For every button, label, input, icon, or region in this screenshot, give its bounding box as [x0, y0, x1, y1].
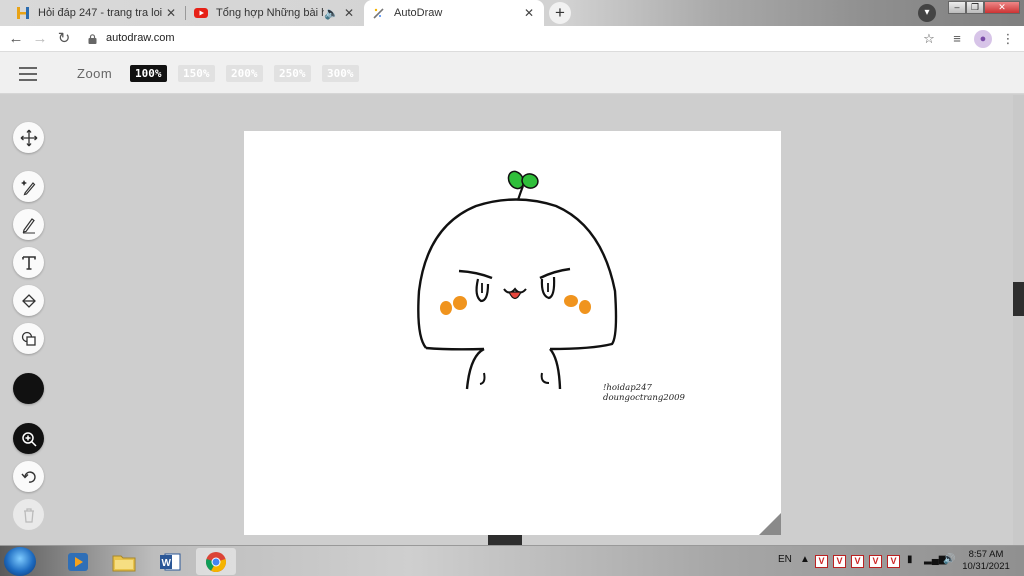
- system-clock[interactable]: 8:57 AM 10/31/2021: [962, 549, 1010, 573]
- tab-audio-icon[interactable]: 🔈: [324, 6, 339, 20]
- browser-toolbar: ← → ↻ autodraw.com ☆ ≡ ● ⋮: [0, 26, 1024, 52]
- zoom-250-button[interactable]: 250%: [274, 65, 311, 82]
- paint-bucket-icon: [21, 293, 36, 308]
- undo-button[interactable]: [13, 461, 44, 492]
- clock-time: 8:57 AM: [968, 549, 1004, 560]
- browser-tab-strip: Hỏi đáp 247 - trang tra loi ✕ Tổng hợp N…: [0, 0, 1024, 26]
- youtube-icon: [194, 6, 208, 20]
- tray-app-icon[interactable]: V: [869, 555, 882, 568]
- taskbar-word[interactable]: W: [150, 548, 190, 575]
- taskbar-media-player[interactable]: [58, 548, 98, 575]
- tab-title: AutoDraw: [394, 7, 443, 19]
- hamburger-menu-icon[interactable]: [19, 67, 37, 81]
- close-tab-icon[interactable]: ✕: [164, 6, 178, 20]
- close-window-button[interactable]: ✕: [984, 1, 1020, 14]
- zoom-200-button[interactable]: 200%: [226, 65, 263, 82]
- tongue: [508, 291, 522, 300]
- select-move-tool[interactable]: [13, 122, 44, 153]
- vertical-scrollbar-thumb[interactable]: [1013, 282, 1024, 316]
- zoom-150-button[interactable]: 150%: [178, 65, 215, 82]
- delete-button[interactable]: [13, 499, 44, 530]
- show-hidden-icons-icon[interactable]: ▲: [800, 554, 810, 565]
- drawing-illustration: [417, 170, 618, 390]
- back-arrow-icon[interactable]: ←: [6, 29, 26, 49]
- color-swatch[interactable]: [13, 373, 44, 404]
- head-outline: [417, 198, 618, 351]
- volume-icon[interactable]: 🔊: [943, 554, 955, 565]
- language-indicator[interactable]: EN: [778, 554, 792, 565]
- tray-app-icon[interactable]: V: [833, 555, 846, 568]
- credit-line-2: doungoctrang2009: [603, 393, 685, 403]
- zoom-label: Zoom: [77, 66, 113, 81]
- autodraw-header: Zoom 100% 150% 200% 250% 300%: [0, 52, 1024, 94]
- tray-app-icon[interactable]: V: [887, 555, 900, 568]
- zoom-in-icon: [21, 431, 37, 447]
- tab-youtube[interactable]: Tổng hợp Những bài hát tru 🔈 ✕: [186, 0, 364, 26]
- drawing-canvas[interactable]: !hoidap247 doungoctrang2009: [244, 131, 781, 535]
- autodraw-icon: [372, 6, 386, 20]
- chrome-icon: [206, 551, 226, 572]
- credit-line-1: !hoidap247: [603, 383, 652, 393]
- right-eyebrow: [539, 267, 571, 280]
- body-right: [549, 348, 562, 390]
- shapes-icon: [21, 331, 36, 346]
- zoom-100-button[interactable]: 100%: [130, 65, 167, 82]
- svg-text:W: W: [162, 558, 172, 569]
- minimize-button[interactable]: –: [948, 1, 966, 14]
- close-tab-icon[interactable]: ✕: [522, 6, 536, 20]
- shape-tool[interactable]: [13, 323, 44, 354]
- right-hand: [540, 372, 550, 384]
- tab-title: Tổng hợp Những bài hát tru: [216, 7, 324, 19]
- reload-icon[interactable]: ↻: [54, 29, 74, 49]
- credit-text: !hoidap247 doungoctrang2009: [603, 383, 685, 403]
- tab-autodraw[interactable]: AutoDraw ✕: [364, 0, 544, 26]
- bookmark-star-icon[interactable]: ☆: [920, 30, 938, 48]
- undo-icon: [20, 470, 36, 483]
- workspace: !hoidap247 doungoctrang2009: [0, 95, 1024, 545]
- start-button[interactable]: [4, 547, 36, 576]
- tab-hoidap247[interactable]: Hỏi đáp 247 - trang tra loi ✕: [8, 0, 186, 26]
- taskbar-file-explorer[interactable]: [104, 548, 144, 575]
- pencil-icon: [22, 217, 35, 233]
- windows-taskbar: W EN ▲ V V V V V ▮ ▂▄▆ 🔊 8:57 AM 10/31/2…: [0, 545, 1024, 576]
- clock-date: 10/31/2021: [962, 561, 1010, 572]
- hoidap-icon: [16, 6, 30, 20]
- type-tool[interactable]: [13, 247, 44, 278]
- media-control-icon[interactable]: ≡: [948, 30, 966, 48]
- trash-icon: [23, 507, 34, 523]
- magic-pencil-icon: [20, 179, 35, 195]
- resize-corner-icon[interactable]: [759, 513, 781, 535]
- fill-tool[interactable]: [13, 285, 44, 316]
- battery-icon[interactable]: ▮: [907, 554, 913, 565]
- draw-tool[interactable]: [13, 209, 44, 240]
- zoom-300-button[interactable]: 300%: [322, 65, 359, 82]
- move-arrows-icon: [20, 129, 37, 146]
- forward-arrow-icon[interactable]: →: [30, 29, 50, 49]
- sprout-leaves: [507, 170, 539, 201]
- new-tab-button[interactable]: +: [549, 2, 571, 24]
- taskbar-chrome[interactable]: [196, 548, 236, 575]
- autodraw-tool[interactable]: [13, 171, 44, 202]
- horizontal-scrollbar-thumb[interactable]: [488, 535, 522, 545]
- close-tab-icon[interactable]: ✕: [342, 6, 356, 20]
- maximize-button[interactable]: ❐: [966, 1, 984, 14]
- tab-search-icon[interactable]: ▾: [918, 4, 936, 22]
- word-icon: W: [160, 553, 181, 570]
- left-eyebrow: [458, 269, 493, 280]
- media-player-icon: [68, 552, 88, 571]
- vertical-scrollbar-track[interactable]: [1013, 95, 1024, 545]
- zoom-tool[interactable]: [13, 423, 44, 454]
- left-hand: [479, 372, 486, 385]
- address-bar[interactable]: autodraw.com: [106, 32, 174, 44]
- profile-avatar[interactable]: ●: [974, 30, 992, 48]
- text-t-icon: [21, 255, 36, 270]
- folder-icon: [112, 555, 136, 571]
- lock-icon[interactable]: [88, 34, 97, 44]
- tray-app-icon[interactable]: V: [815, 555, 828, 568]
- more-menu-icon[interactable]: ⋮: [999, 30, 1017, 48]
- tray-app-icon[interactable]: V: [851, 555, 864, 568]
- tab-title: Hỏi đáp 247 - trang tra loi: [38, 7, 163, 19]
